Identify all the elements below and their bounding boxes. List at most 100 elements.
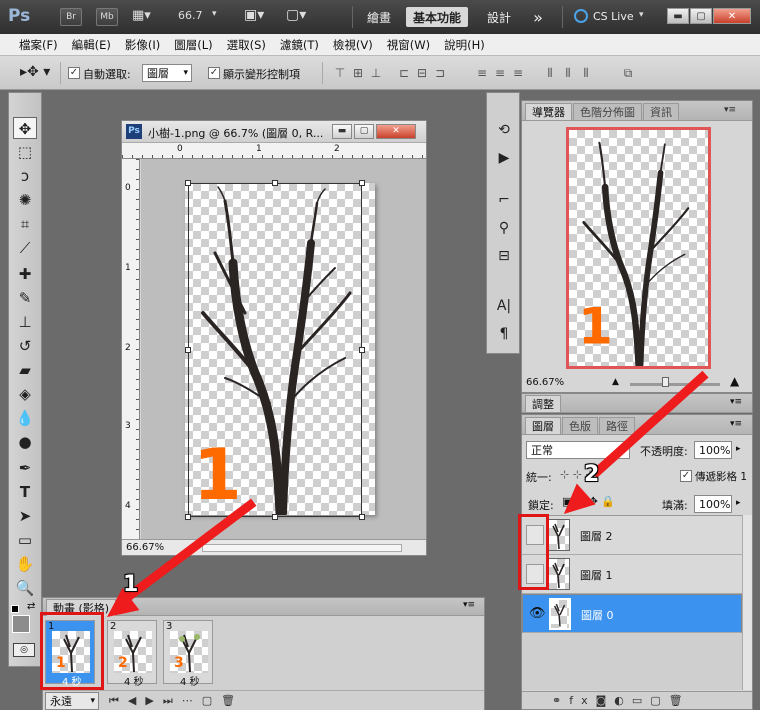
tool-presets-icon[interactable]: ⊟: [493, 245, 515, 267]
show-transform-checkbox[interactable]: ✓: [208, 67, 220, 79]
tab-info[interactable]: 資訊: [643, 103, 679, 120]
zoom-level[interactable]: 66.7: [178, 9, 203, 22]
layer-name[interactable]: 圖層 2: [580, 528, 613, 544]
move-tool-preset-icon[interactable]: ▸✥ ▾: [20, 64, 50, 80]
panel-menu-icon[interactable]: ▾≡: [730, 397, 742, 407]
transform-handle[interactable]: [359, 514, 365, 520]
animation-frame-3[interactable]: 3 3 4 秒: [163, 620, 213, 688]
layer-row-2[interactable]: 圖層 2: [522, 516, 742, 555]
dodge-tool-icon[interactable]: ●: [13, 431, 37, 453]
doc-minimize-button[interactable]: ▬: [332, 124, 352, 139]
animation-frame-2[interactable]: 2 2 4 秒: [107, 620, 157, 688]
eyedropper-icon[interactable]: ⟋: [13, 237, 37, 259]
align-vcenter-icon[interactable]: ⊞: [350, 65, 366, 81]
brush-presets-icon[interactable]: ⌐: [493, 189, 515, 211]
layers-footer-icons[interactable]: ⚭fx◙◐▭▢🗑: [522, 691, 752, 709]
propagate-frame-checkbox[interactable]: ✓: [680, 470, 692, 482]
menu-select[interactable]: 選取(S): [220, 37, 273, 53]
auto-select-checkbox[interactable]: ✓: [68, 67, 80, 79]
menu-edit[interactable]: 編輯(E): [65, 37, 118, 53]
zoom-dropdown-icon[interactable]: ▾: [212, 9, 217, 19]
horizontal-scrollbar[interactable]: [202, 544, 402, 552]
rectangle-tool-icon[interactable]: ▭: [13, 529, 37, 551]
quick-selection-icon[interactable]: ✺: [13, 189, 37, 211]
zoom-out-icon[interactable]: ▲: [612, 377, 619, 387]
actions-panel-icon[interactable]: ▶: [493, 147, 515, 169]
cs-live-dropdown-icon[interactable]: ▾: [639, 10, 644, 20]
layer-row-1[interactable]: 圖層 1: [522, 555, 742, 594]
minimize-button[interactable]: ▬: [667, 8, 689, 24]
clone-source-icon[interactable]: ⚲: [493, 217, 515, 239]
distribute-hcenter-icon[interactable]: ⫴: [560, 65, 576, 81]
healing-brush-icon[interactable]: ✚: [13, 263, 37, 285]
loop-dropdown[interactable]: 永遠 ▾: [45, 692, 99, 710]
fill-input[interactable]: 100%: [694, 495, 732, 513]
frame-delay[interactable]: 4 秒: [124, 673, 144, 688]
playback-buttons[interactable]: ⏮◀▶⏭⋯▢🗑: [109, 694, 244, 708]
paint-bucket-icon[interactable]: ◈: [13, 383, 37, 405]
menu-view[interactable]: 檢視(V): [326, 37, 380, 53]
distribute-bottom-icon[interactable]: ≡: [510, 65, 526, 81]
marquee-tool-icon[interactable]: ⬚: [13, 141, 37, 163]
doc-close-button[interactable]: ✕: [376, 124, 416, 139]
eye-icon[interactable]: 👁: [529, 606, 546, 621]
pen-tool-icon[interactable]: ✒: [13, 457, 37, 479]
transform-bounding-box[interactable]: [188, 183, 362, 517]
distribute-vcenter-icon[interactable]: ≡: [492, 65, 508, 81]
path-selection-icon[interactable]: ➤: [13, 505, 37, 527]
layers-scrollbar[interactable]: [742, 515, 752, 690]
opacity-input[interactable]: 100%: [694, 441, 732, 459]
history-brush-icon[interactable]: ↺: [13, 335, 37, 357]
default-colors-icon[interactable]: [11, 605, 19, 613]
menu-layer[interactable]: 圖層(L): [167, 37, 219, 53]
maximize-button[interactable]: ▢: [690, 8, 712, 24]
distribute-top-icon[interactable]: ≡: [474, 65, 490, 81]
menu-filter[interactable]: 濾鏡(T): [273, 37, 326, 53]
brush-tool-icon[interactable]: ✎: [13, 287, 37, 309]
bridge-button[interactable]: Br: [60, 8, 82, 26]
transform-handle[interactable]: [185, 514, 191, 520]
move-tool-icon[interactable]: ✥: [13, 117, 37, 139]
menu-image[interactable]: 影像(I): [118, 37, 167, 53]
blur-tool-icon[interactable]: 💧: [13, 407, 37, 429]
align-left-icon[interactable]: ⊏: [396, 65, 412, 81]
lasso-tool-icon[interactable]: ↄ: [13, 165, 37, 187]
transform-handle[interactable]: [359, 180, 365, 186]
tab-layers[interactable]: 圖層: [525, 417, 561, 434]
zoom-slider-thumb[interactable]: [662, 377, 669, 387]
workspace-essentials[interactable]: 基本功能: [406, 7, 468, 27]
zoom-in-icon[interactable]: ▲: [730, 374, 739, 388]
panel-menu-icon[interactable]: ▾≡: [463, 600, 475, 610]
workspace-design[interactable]: 設計: [478, 7, 520, 27]
auto-select-target-dropdown[interactable]: 圖層 ▾: [142, 64, 192, 82]
zoom-status[interactable]: 66.67%: [126, 542, 164, 553]
zoom-slider[interactable]: [630, 383, 720, 386]
eraser-icon[interactable]: ▰: [13, 359, 37, 381]
paragraph-panel-icon[interactable]: ¶: [493, 323, 515, 345]
tab-histogram[interactable]: 色階分佈圖: [573, 103, 642, 120]
character-panel-icon[interactable]: A|: [493, 295, 515, 317]
workspace-painting[interactable]: 繪畫: [358, 7, 400, 27]
transform-handle[interactable]: [359, 347, 365, 353]
history-panel-icon[interactable]: ⟲: [493, 119, 515, 141]
hand-tool-icon[interactable]: ✋: [13, 553, 37, 575]
transform-handle[interactable]: [185, 347, 191, 353]
foreground-color-swatch[interactable]: [12, 615, 30, 633]
auto-align-icon[interactable]: ⧉: [620, 65, 636, 81]
layer-name[interactable]: 圖層 1: [580, 567, 613, 583]
close-button[interactable]: ✕: [713, 8, 751, 24]
transform-handle[interactable]: [272, 514, 278, 520]
fill-arrow-icon[interactable]: ▸: [736, 498, 741, 508]
type-tool-icon[interactable]: T: [13, 481, 37, 503]
layer-row-0[interactable]: 👁 圖層 0: [522, 594, 742, 633]
canvas-area[interactable]: 1: [141, 159, 426, 539]
align-top-icon[interactable]: ⊤: [332, 65, 348, 81]
crop-tool-icon[interactable]: ⌗: [13, 213, 37, 235]
swap-colors-icon[interactable]: ⇄: [27, 601, 35, 612]
align-hcenter-icon[interactable]: ⊟: [414, 65, 430, 81]
layer-name[interactable]: 圖層 0: [581, 607, 614, 623]
transform-handle[interactable]: [185, 180, 191, 186]
frame-delay[interactable]: 4 秒: [180, 673, 200, 688]
mini-bridge-button[interactable]: Mb: [96, 8, 118, 26]
align-right-icon[interactable]: ⊐: [432, 65, 448, 81]
